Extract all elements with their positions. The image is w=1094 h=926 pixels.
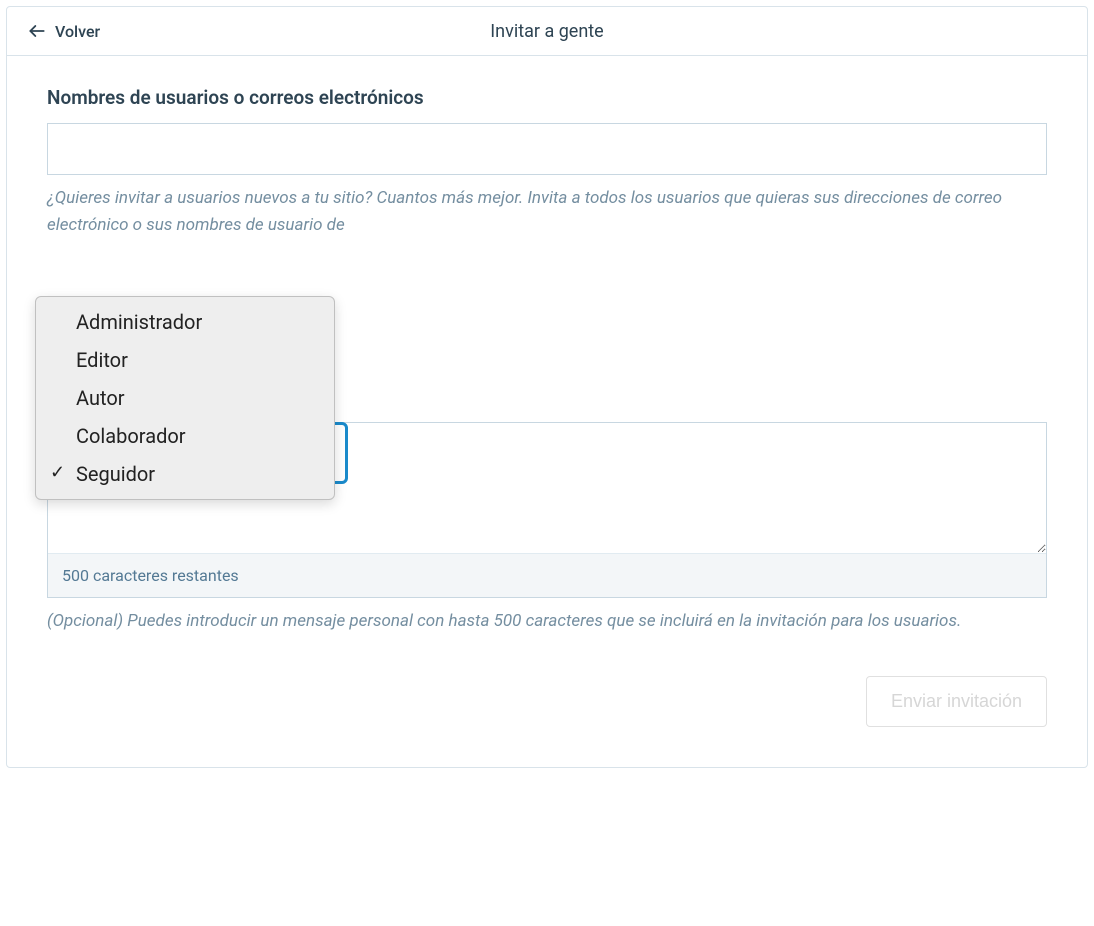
usernames-label: Nombres de usuarios o correos electrónic… bbox=[47, 86, 1047, 109]
role-dropdown-menu: Administrador Editor Autor Colaborador S… bbox=[35, 296, 335, 500]
page-title: Invitar a gente bbox=[490, 21, 603, 42]
card-content: Nombres de usuarios o correos electrónic… bbox=[7, 56, 1087, 767]
usernames-input[interactable] bbox=[47, 123, 1047, 175]
role-option-author[interactable]: Autor bbox=[36, 379, 334, 417]
back-button[interactable]: Volver bbox=[27, 21, 100, 41]
usernames-help-text: ¿Quieres invitar a usuarios nuevos a tu … bbox=[47, 185, 1047, 239]
button-row: Enviar invitación bbox=[47, 676, 1047, 727]
card-header: Volver Invitar a gente bbox=[7, 7, 1087, 56]
role-option-administrator[interactable]: Administrador bbox=[36, 303, 334, 341]
role-option-follower[interactable]: Seguidor bbox=[36, 455, 334, 493]
message-help-text: (Opcional) Puedes introducir un mensaje … bbox=[47, 608, 1047, 635]
invite-card: Volver Invitar a gente Nombres de usuari… bbox=[6, 6, 1088, 768]
send-invitation-button[interactable]: Enviar invitación bbox=[866, 676, 1047, 727]
role-option-editor[interactable]: Editor bbox=[36, 341, 334, 379]
usernames-section: Nombres de usuarios o correos electrónic… bbox=[47, 86, 1047, 239]
back-label: Volver bbox=[55, 22, 100, 41]
char-counter: 500 caracteres restantes bbox=[48, 553, 1046, 597]
arrow-left-icon bbox=[27, 21, 47, 41]
role-option-contributor[interactable]: Colaborador bbox=[36, 417, 334, 455]
